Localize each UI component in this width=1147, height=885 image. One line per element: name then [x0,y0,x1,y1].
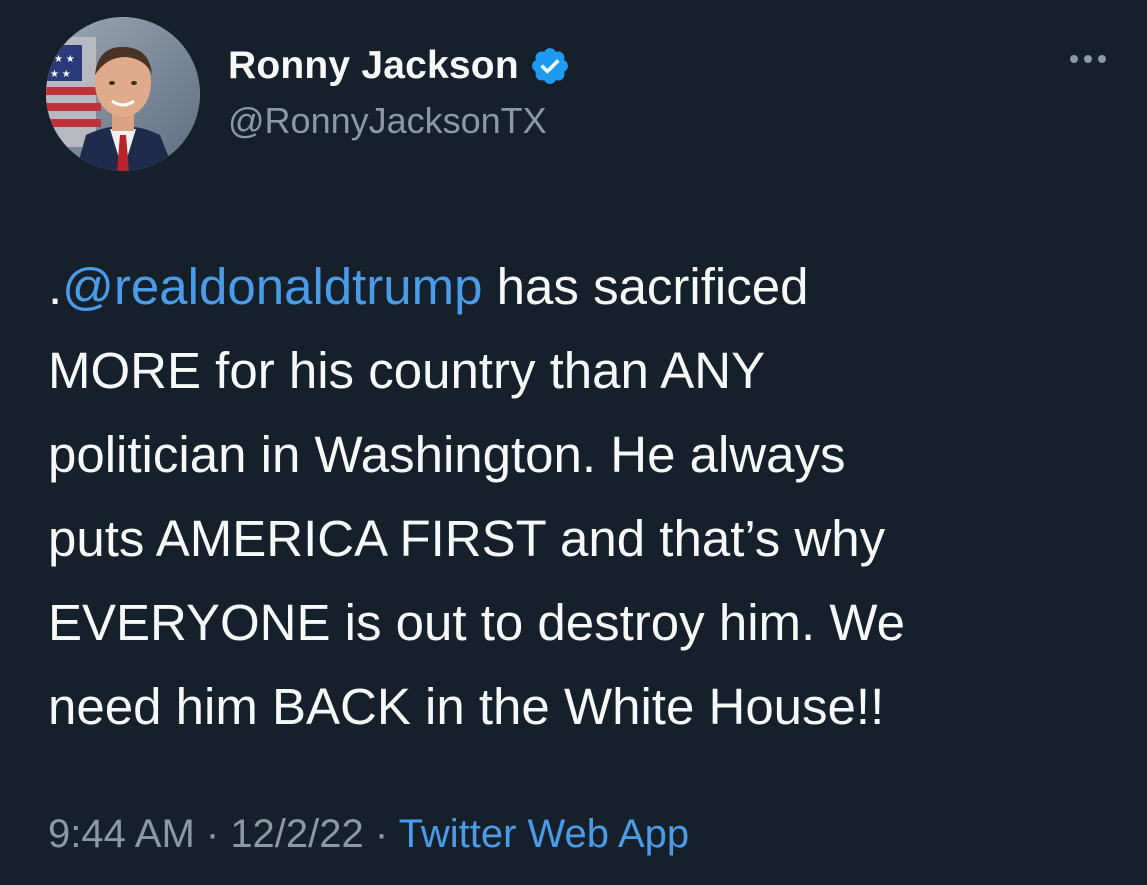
more-dot [1070,55,1078,63]
tweet-meta: 9:44 AM · 12/2/22 · Twitter Web App [48,812,689,857]
meta-separator: · [363,812,399,856]
meta-separator: · [194,812,231,856]
more-dot [1098,55,1106,63]
tweet-source-link[interactable]: Twitter Web App [399,812,690,856]
verified-badge-icon [531,48,568,84]
svg-text:★ ★: ★ ★ [54,54,75,65]
author-handle[interactable]: @RonnyJacksonTX [228,100,547,142]
tweet-time[interactable]: 9:44 AM [48,812,195,856]
tweet-body: has sacrificed MORE for his country than… [48,258,905,735]
author-avatar[interactable]: ★ ★ ★ ★ [46,17,200,171]
mention-link[interactable]: @realdonaldtrump [62,258,482,315]
svg-text:★ ★: ★ ★ [50,69,71,80]
more-dot [1084,55,1092,63]
author-name-row[interactable]: Ronny Jackson [228,44,571,88]
author-display-name[interactable]: Ronny Jackson [228,44,519,88]
more-options-icon[interactable] [1070,55,1106,63]
tweet-date[interactable]: 12/2/22 [230,812,363,856]
tweet-prefix: . [48,258,63,315]
tweet-text: .@realdonaldtrump has sacrificed MORE fo… [48,245,1128,749]
